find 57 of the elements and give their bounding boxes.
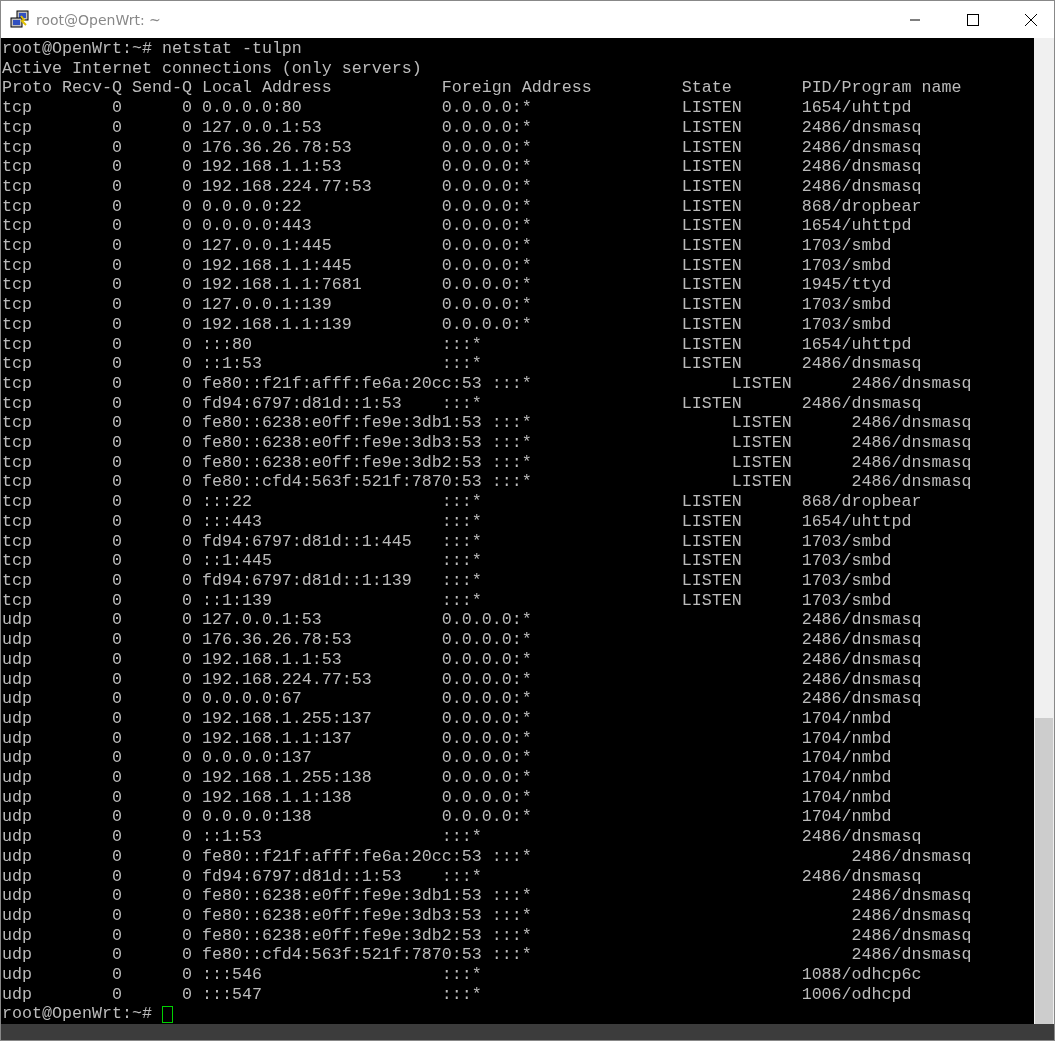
terminal-line: tcp 0 0 192.168.1.1:139 0.0.0.0:* LISTEN 1703/smbd [2, 314, 893, 335]
terminal-line: udp 0 0 fe80::cfd4:563f:521f:7870:53 :::* 2486/dnsmasq [2, 945, 973, 966]
terminal-line: tcp 0 0 0.0.0.0:22 0.0.0.0:* LISTEN 868/dropbear [2, 196, 923, 217]
terminal-line: tcp 0 0 192.168.1.1:445 0.0.0.0:* LISTEN 1703/smbd [2, 255, 893, 276]
terminal-line: udp 0 0 192.168.224.77:53 0.0.0.0:* 2486/dnsmasq [2, 669, 923, 690]
terminal-line: udp 0 0 ::1:53 :::* 2486/dnsmasq [2, 827, 923, 847]
terminal-line: tcp 0 0 fe80::f21f:afff:fe6a:20cc:53 :::* LISTEN 2486/dnsmasq [2, 373, 973, 394]
terminal-line: tcp 0 0 fd94:6797:d81d::1:139 :::* LISTEN 1703/smbd [2, 571, 893, 591]
terminal-line: tcp 0 0 fe80::6238:e0ff:fe9e:3db1:53 :::* LISTEN 2486/dnsmasq [2, 413, 973, 434]
terminal-line: tcp 0 0 127.0.0.1:139 0.0.0.0:* LISTEN 1703/smbd [2, 295, 893, 315]
close-icon [1025, 13, 1037, 26]
terminal-line: root@OpenWrt:~# netstat -tulpn [2, 39, 303, 59]
shell-prompt: root@OpenWrt:~# [2, 1004, 152, 1024]
terminal-line: tcp 0 0 :::443 :::* LISTEN 1654/uhttpd [2, 511, 913, 532]
terminal-line: tcp 0 0 fe80::cfd4:563f:521f:7870:53 :::* LISTEN 2486/dnsmasq [2, 472, 973, 493]
terminal-line: Active Internet connections (only servers) [2, 58, 423, 79]
terminal-line: udp 0 0 fd94:6797:d81d::1:53 :::* 2486/dnsmasq [2, 866, 923, 887]
terminal-line: tcp 0 0 192.168.1.1:53 0.0.0.0:* LISTEN 2486/dnsmasq [2, 157, 923, 177]
terminal-line: udp 0 0 :::547 :::* 1006/odhcpd [2, 984, 913, 1005]
scrollbar[interactable] [1034, 38, 1054, 1024]
terminal-line: udp 0 0 192.168.1.255:138 0.0.0.0:* 1704/nmbd [2, 768, 893, 788]
terminal-line: tcp 0 0 :::22 :::* LISTEN 868/dropbear [2, 492, 923, 512]
terminal-line: udp 0 0 fe80::6238:e0ff:fe9e:3db3:53 :::* 2486/dnsmasq [2, 905, 973, 926]
terminal-line: Proto Recv-Q Send-Q Local Address Foreign Address State PID/Program name [2, 78, 963, 99]
terminal-line: tcp 0 0 0.0.0.0:80 0.0.0.0:* LISTEN 1654/uhttpd [2, 98, 913, 118]
terminal-line: tcp 0 0 ::1:139 :::* LISTEN 1703/smbd [2, 590, 893, 611]
terminal-line: udp 0 0 192.168.1.255:137 0.0.0.0:* 1704/nmbd [2, 708, 893, 729]
terminal-line: udp 0 0 fe80::6238:e0ff:fe9e:3db1:53 :::* 2486/dnsmasq [2, 886, 973, 906]
terminal-line: udp 0 0 fe80::6238:e0ff:fe9e:3db2:53 :::* 2486/dnsmasq [2, 925, 973, 946]
terminal-line: udp 0 0 192.168.1.1:137 0.0.0.0:* 1704/nmbd [2, 728, 893, 749]
terminal-line: tcp 0 0 ::1:445 :::* LISTEN 1703/smbd [2, 551, 893, 571]
terminal-line: udp 0 0 :::546 :::* 1088/odhcp6c [2, 965, 923, 985]
terminal-line: udp 0 0 192.168.1.1:53 0.0.0.0:* 2486/dnsmasq [2, 649, 923, 670]
scrollbar-thumb[interactable] [1035, 718, 1053, 1024]
terminal-line: udp 0 0 0.0.0.0:137 0.0.0.0:* 1704/nmbd [2, 748, 893, 768]
terminal-line: tcp 0 0 176.36.26.78:53 0.0.0.0:* LISTEN 2486/dnsmasq [2, 137, 923, 158]
text-cursor [161, 1005, 173, 1023]
terminal-line: tcp 0 0 :::80 :::* LISTEN 1654/uhttpd [2, 334, 913, 355]
terminal-line: tcp 0 0 127.0.0.1:445 0.0.0.0:* LISTEN 1703/smbd [2, 236, 893, 256]
terminal-line: udp 0 0 127.0.0.1:53 0.0.0.0:* 2486/dnsmasq [2, 610, 923, 631]
terminal-line: udp 0 0 176.36.26.78:53 0.0.0.0:* 2486/dnsmasq [2, 630, 923, 650]
terminal-line: tcp 0 0 fe80::6238:e0ff:fe9e:3db2:53 :::* LISTEN 2486/dnsmasq [2, 452, 973, 473]
terminal-line: tcp 0 0 fd94:6797:d81d::1:53 :::* LISTEN 2486/dnsmasq [2, 393, 923, 414]
terminal-line: udp 0 0 fe80::f21f:afff:fe6a:20cc:53 :::* 2486/dnsmasq [2, 846, 973, 867]
maximize-icon [967, 13, 979, 26]
window-title: root@OpenWrt: ~ [36, 11, 161, 28]
terminal-line: tcp 0 0 192.168.224.77:53 0.0.0.0:* LISTEN 2486/dnsmasq [2, 176, 923, 197]
terminal-line: tcp 0 0 fd94:6797:d81d::1:445 :::* LISTEN 1703/smbd [2, 531, 893, 552]
terminal-line: tcp 0 0 192.168.1.1:7681 0.0.0.0:* LISTEN 1945/ttyd [2, 275, 893, 296]
terminal-line: udp 0 0 192.168.1.1:138 0.0.0.0:* 1704/nmbd [2, 787, 893, 808]
terminal-line: tcp 0 0 127.0.0.1:53 0.0.0.0:* LISTEN 2486/dnsmasq [2, 117, 923, 138]
computer-icon [10, 9, 30, 30]
terminal-line: tcp 0 0 fe80::6238:e0ff:fe9e:3db3:53 :::* LISTEN 2486/dnsmasq [2, 433, 973, 453]
terminal-line: tcp 0 0 ::1:53 :::* LISTEN 2486/dnsmasq [2, 354, 923, 374]
terminal-line: udp 0 0 0.0.0.0:67 0.0.0.0:* 2486/dnsmasq [2, 689, 923, 709]
terminal-line: tcp 0 0 0.0.0.0:443 0.0.0.0:* LISTEN 1654/uhttpd [2, 216, 913, 237]
terminal-line: udp 0 0 0.0.0.0:138 0.0.0.0:* 1704/nmbd [2, 807, 893, 828]
